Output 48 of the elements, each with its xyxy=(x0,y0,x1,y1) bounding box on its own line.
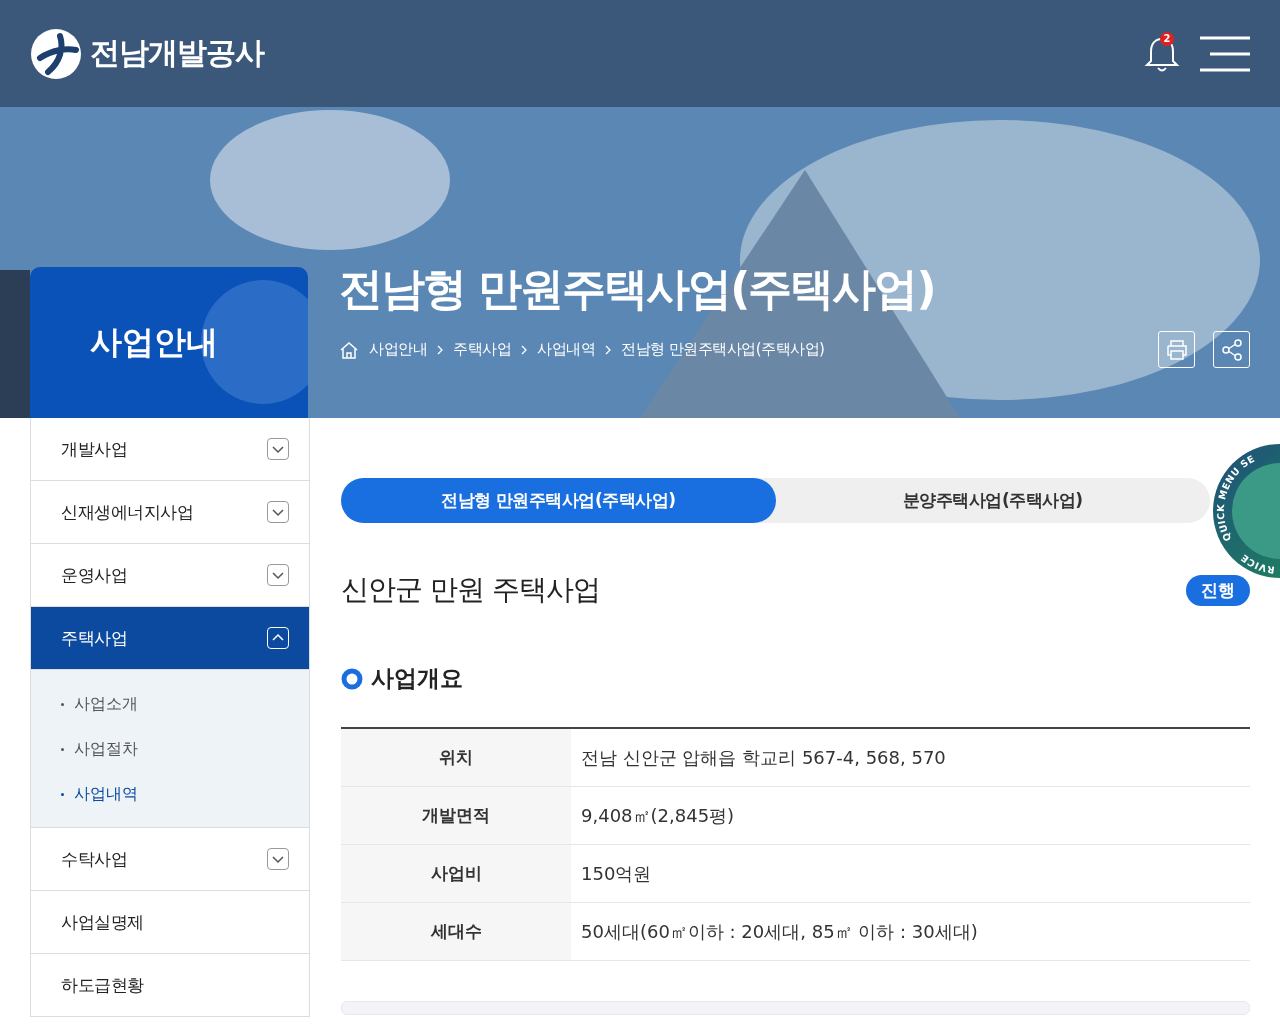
row-value: 50세대(60㎡이하 : 20세대, 85㎡ 이하 : 30세대) xyxy=(571,902,1250,961)
sidebar-item-label: 사업실명제 xyxy=(61,910,144,934)
ring-icon xyxy=(341,667,363,690)
collapse-toggle[interactable] xyxy=(267,627,289,649)
row-label: 위치 xyxy=(341,728,571,787)
expand-toggle[interactable] xyxy=(267,501,289,523)
section-heading: 사업개요 xyxy=(371,664,463,693)
sidebar-item-label: 수탁사업 xyxy=(61,847,127,871)
home-icon[interactable] xyxy=(339,340,359,359)
sidebar-item-label: 주택사업 xyxy=(61,626,127,650)
row-label: 세대수 xyxy=(341,902,571,961)
breadcrumb-link[interactable]: 사업안내 xyxy=(369,340,427,359)
row-label: 개발면적 xyxy=(341,786,571,845)
expand-toggle[interactable] xyxy=(267,438,289,460)
printer-icon xyxy=(1165,339,1188,360)
expand-toggle[interactable] xyxy=(267,848,289,870)
breadcrumb-link[interactable]: 사업내역 xyxy=(537,340,595,359)
chevron-right-icon xyxy=(605,344,611,355)
sidebar-item-label: 개발사업 xyxy=(61,437,127,461)
logo-text[interactable]: 전남개발공사 xyxy=(90,33,264,74)
chevron-right-icon xyxy=(521,344,527,355)
row-value: 9,408㎡(2,845평) xyxy=(571,786,1250,845)
breadcrumb-link[interactable]: 전남형 만원주택사업(주택사업) xyxy=(621,340,825,359)
print-button[interactable] xyxy=(1158,331,1195,368)
tab[interactable]: 전남형 만원주택사업(주택사업) xyxy=(341,478,776,523)
sidebar-item[interactable]: 주택사업 xyxy=(31,607,309,670)
share-button[interactable] xyxy=(1213,331,1250,368)
project-title: 신안군 만원 주택사업 xyxy=(341,572,600,608)
breadcrumb-link[interactable]: 주택사업 xyxy=(453,340,511,359)
sidebar-item-label: 하도급현황 xyxy=(61,973,144,997)
chevron-right-icon xyxy=(437,344,443,355)
row-value: 150억원 xyxy=(571,844,1250,903)
page-title: 전남형 만원주택사업(주택사업) xyxy=(339,262,936,316)
submenu-item[interactable]: 사업절차 xyxy=(61,727,309,772)
share-icon xyxy=(1220,338,1243,361)
section-title: 사업안내 xyxy=(90,321,218,363)
tab[interactable]: 분양주택사업(주택사업) xyxy=(775,478,1210,523)
submenu-item[interactable]: 사업소개 xyxy=(61,682,309,727)
sidebar-item-label: 신재생에너지사업 xyxy=(61,500,193,524)
expand-toggle[interactable] xyxy=(267,564,289,586)
menu-icon[interactable] xyxy=(1200,35,1250,72)
sidebar-item-label: 운영사업 xyxy=(61,563,127,587)
row-value: 전남 신안군 압해읍 학교리 567-4, 568, 570 xyxy=(571,728,1250,787)
submenu-item[interactable]: 사업내역 xyxy=(61,772,309,817)
notification-button[interactable]: 2 xyxy=(1144,33,1180,74)
logo-icon[interactable] xyxy=(30,27,82,80)
row-label: 사업비 xyxy=(341,844,571,903)
status-badge: 진행 xyxy=(1186,574,1250,606)
